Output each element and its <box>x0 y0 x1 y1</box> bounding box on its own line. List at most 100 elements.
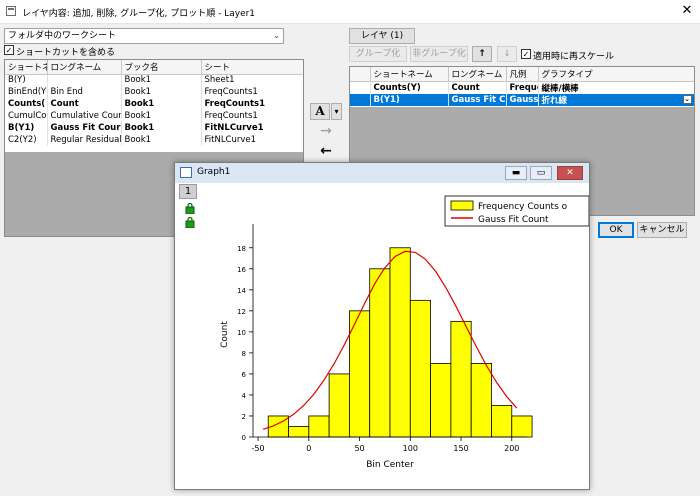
cell-sheet: FitNLCurve1 <box>201 122 303 134</box>
y-tick-label: 12 <box>237 308 246 316</box>
ok-button[interactable]: OK <box>598 222 634 238</box>
table-row[interactable]: B(Y) Book1 Sheet1 <box>5 74 303 86</box>
histogram-bar <box>389 247 411 438</box>
cell-longname: Count <box>448 81 507 94</box>
group-button[interactable]: グループ化 <box>349 46 407 62</box>
add-arrow-button[interactable]: → <box>314 124 338 140</box>
move-down-button[interactable]: ↓ <box>497 46 517 62</box>
cell-longname: Gauss Fit C <box>448 93 507 106</box>
cell-shortname: CumulCo <box>5 110 48 122</box>
histogram-bar <box>450 320 472 438</box>
col-header-shortname[interactable]: ショートネーム <box>370 67 449 82</box>
chevron-down-icon[interactable]: ⌄ <box>682 94 692 104</box>
cell-graphtype[interactable]: 折れ線 ⌄ <box>538 93 694 106</box>
remove-arrow-button[interactable]: ← <box>314 144 338 160</box>
graphtype-value: 折れ線 <box>541 95 568 106</box>
dialog-title: レイヤ内容: 追加, 削除, グループ化, プロット順 - Layer1 <box>22 9 256 19</box>
col-header-sheet[interactable]: シート <box>201 60 303 75</box>
y-tick-label: 2 <box>242 413 246 421</box>
folder-worksheet-value: フォルダ中のワークシート <box>8 31 117 41</box>
plot-area <box>262 247 533 438</box>
cell-shortname: B(Y) <box>5 74 48 86</box>
table-row[interactable]: CumulCo Cumulative Count Book1 FreqCount… <box>5 110 303 122</box>
legend-swatch-bar <box>450 200 474 211</box>
cell-sheet: FreqCounts1 <box>201 98 303 110</box>
graph-titlebar[interactable]: Graph1 ▬ ▭ ✕ <box>175 163 589 183</box>
y-tick-label: 18 <box>237 245 246 253</box>
table-row[interactable]: B(Y1) Gauss Fit Cour Book1 FitNLCurve1 <box>5 122 303 134</box>
x-tick-label: 0 <box>306 444 311 453</box>
table-row[interactable]: Counts(Y) Count Freque 縦棒/横棒 <box>350 81 694 94</box>
cell-longname: Bin End <box>47 86 122 98</box>
cell-graphtype: 縦棒/横棒 <box>538 81 694 94</box>
rescale-label: 適用時に再スケール <box>533 52 615 62</box>
table-row[interactable]: BinEnd(Y Bin End Book1 FreqCounts1 <box>5 86 303 98</box>
legend[interactable]: Frequency Counts o Gauss Fit Count <box>444 195 589 227</box>
y-tick-label: 10 <box>237 329 246 337</box>
col-header-legend[interactable]: 凡例 <box>506 67 539 82</box>
cell-longname <box>47 74 122 86</box>
col-header-shortname[interactable]: ショートネ <box>5 60 48 75</box>
cell-book: Book1 <box>121 86 202 98</box>
x-axis-title: Bin Center <box>366 460 414 470</box>
cell-sheet: FitNLCurve1 <box>201 134 303 146</box>
table-row-selected[interactable]: B(Y1) Gauss Fit C Gauss 折れ線 ⌄ <box>350 93 694 106</box>
y-tick-label: 6 <box>242 371 247 379</box>
histogram-bar <box>430 363 452 438</box>
cell-longname: Cumulative Count <box>47 110 122 122</box>
cell-shortname: Counts( <box>5 98 48 110</box>
graph-close-button[interactable]: ✕ <box>557 166 583 180</box>
cell-shortname: B(Y1) <box>5 122 48 134</box>
table-row[interactable]: C2(Y2) Regular Residual Book1 FitNLCurve… <box>5 134 303 146</box>
cell-sheet: FreqCounts1 <box>201 110 303 122</box>
maximize-button[interactable]: ▭ <box>530 166 552 180</box>
include-shortcut-checkbox[interactable]: ✓ <box>4 45 14 55</box>
col-header-graphtype[interactable]: グラフタイプ <box>538 67 694 82</box>
cell-longname: Gauss Fit Cour <box>47 122 122 134</box>
y-tick-label: 4 <box>242 392 247 400</box>
cell-shortname: Counts(Y) <box>370 81 449 94</box>
cell-longname: Regular Residual <box>47 134 122 146</box>
cell-sheet: Sheet1 <box>201 74 303 86</box>
cell-book: Book1 <box>121 74 202 86</box>
x-tick-label: 200 <box>504 444 519 453</box>
cell-book: Book1 <box>121 98 202 110</box>
graph-window: Graph1 ▬ ▭ ✕ 1 -50 0 50 100 150 200 0 2 4 6 8 10 12 1… <box>174 162 590 490</box>
histogram-bar <box>369 268 391 438</box>
folder-worksheet-select[interactable]: フォルダ中のワークシート ⌄ <box>4 28 284 44</box>
y-tick-label: 14 <box>237 287 246 295</box>
cell-legend: Freque <box>506 81 539 94</box>
col-header-longname[interactable]: ロングネーム <box>448 67 507 82</box>
col-header-bookname[interactable]: ブック名 <box>121 60 202 75</box>
col-header-longname[interactable]: ロングネーム <box>47 60 122 75</box>
rescale-checkbox[interactable]: ✓ <box>521 49 531 59</box>
cell-longname: Count <box>47 98 122 110</box>
minimize-button[interactable]: ▬ <box>505 166 527 180</box>
move-up-button[interactable]: ↑ <box>472 46 492 62</box>
y-tick-label: 8 <box>242 350 246 358</box>
col-header-blank <box>350 67 371 82</box>
histogram-bar <box>288 426 310 438</box>
window-icon <box>6 6 16 16</box>
include-shortcut-label: ショートカットを含める <box>16 48 116 58</box>
table-row[interactable]: Counts( Count Book1 FreqCounts1 <box>5 98 303 110</box>
layer-select-button[interactable]: レイヤ (1) <box>349 28 415 44</box>
close-button[interactable]: ✕ <box>678 3 696 19</box>
x-tick-label: 150 <box>453 444 468 453</box>
font-a-button[interactable]: A <box>310 103 330 120</box>
row-marker <box>350 81 371 94</box>
y-axis-title: Count <box>220 321 230 348</box>
cell-book: Book1 <box>121 134 202 146</box>
font-dropdown-button[interactable]: ▾ <box>331 103 342 120</box>
histogram-bar <box>470 363 492 438</box>
cell-sheet: FreqCounts1 <box>201 86 303 98</box>
graph-window-icon <box>180 167 192 178</box>
x-tick-label: 50 <box>354 444 364 453</box>
ungroup-button[interactable]: 非グループ化 <box>410 46 468 62</box>
cell-shortname: C2(Y2) <box>5 134 48 146</box>
cancel-button[interactable]: キャンセル <box>637 222 687 238</box>
histogram-bar <box>328 373 350 438</box>
legend-label-bar: Frequency Counts o <box>478 202 568 212</box>
y-tick-label: 16 <box>237 266 246 274</box>
y-tick-label: 0 <box>242 434 246 442</box>
